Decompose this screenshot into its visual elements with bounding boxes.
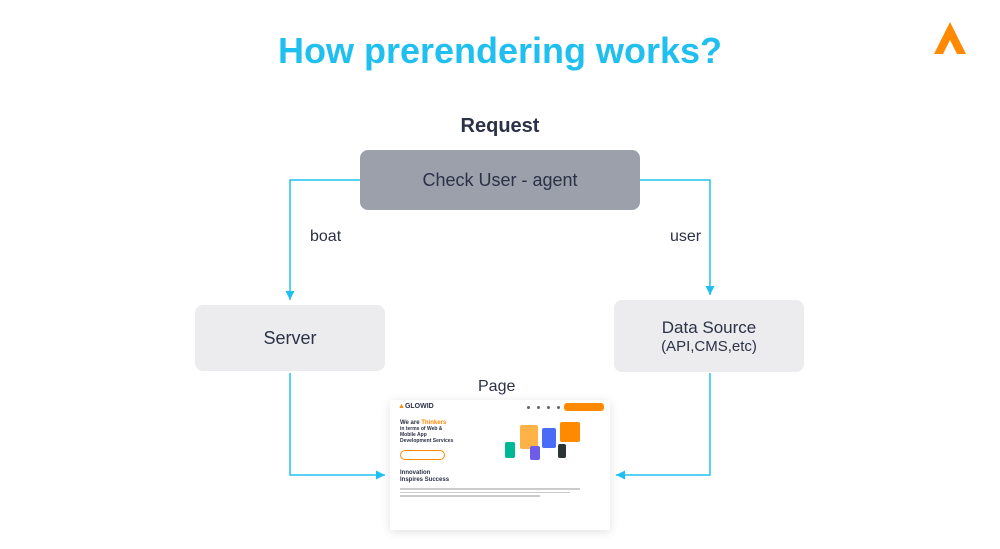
datasource-subtitle: (API,CMS,etc): [661, 338, 757, 355]
datasource-title: Data Source: [662, 318, 757, 338]
page-preview: ▲GLOWID We are Thinkers in terms of Web …: [390, 400, 610, 530]
page-label: Page: [478, 378, 515, 396]
request-label: Request: [461, 115, 540, 138]
arrow-label-user: user: [670, 228, 701, 246]
server-node: Server: [195, 305, 385, 371]
preview-logo: ▲GLOWID: [398, 403, 434, 410]
diagram-title: How prerendering works?: [278, 30, 722, 72]
brand-logo-icon: [930, 20, 970, 65]
check-user-agent-node: Check User - agent: [360, 150, 640, 210]
preview-footer-text: Innovation Inspires Success: [390, 466, 610, 484]
arrow-label-boat: boat: [310, 228, 341, 246]
preview-hero-text: We are Thinkers in terms of Web & Mobile…: [400, 420, 500, 460]
preview-illustration-icon: [500, 420, 600, 460]
preview-paragraph: [390, 484, 610, 501]
datasource-node: Data Source (API,CMS,etc): [614, 300, 804, 372]
